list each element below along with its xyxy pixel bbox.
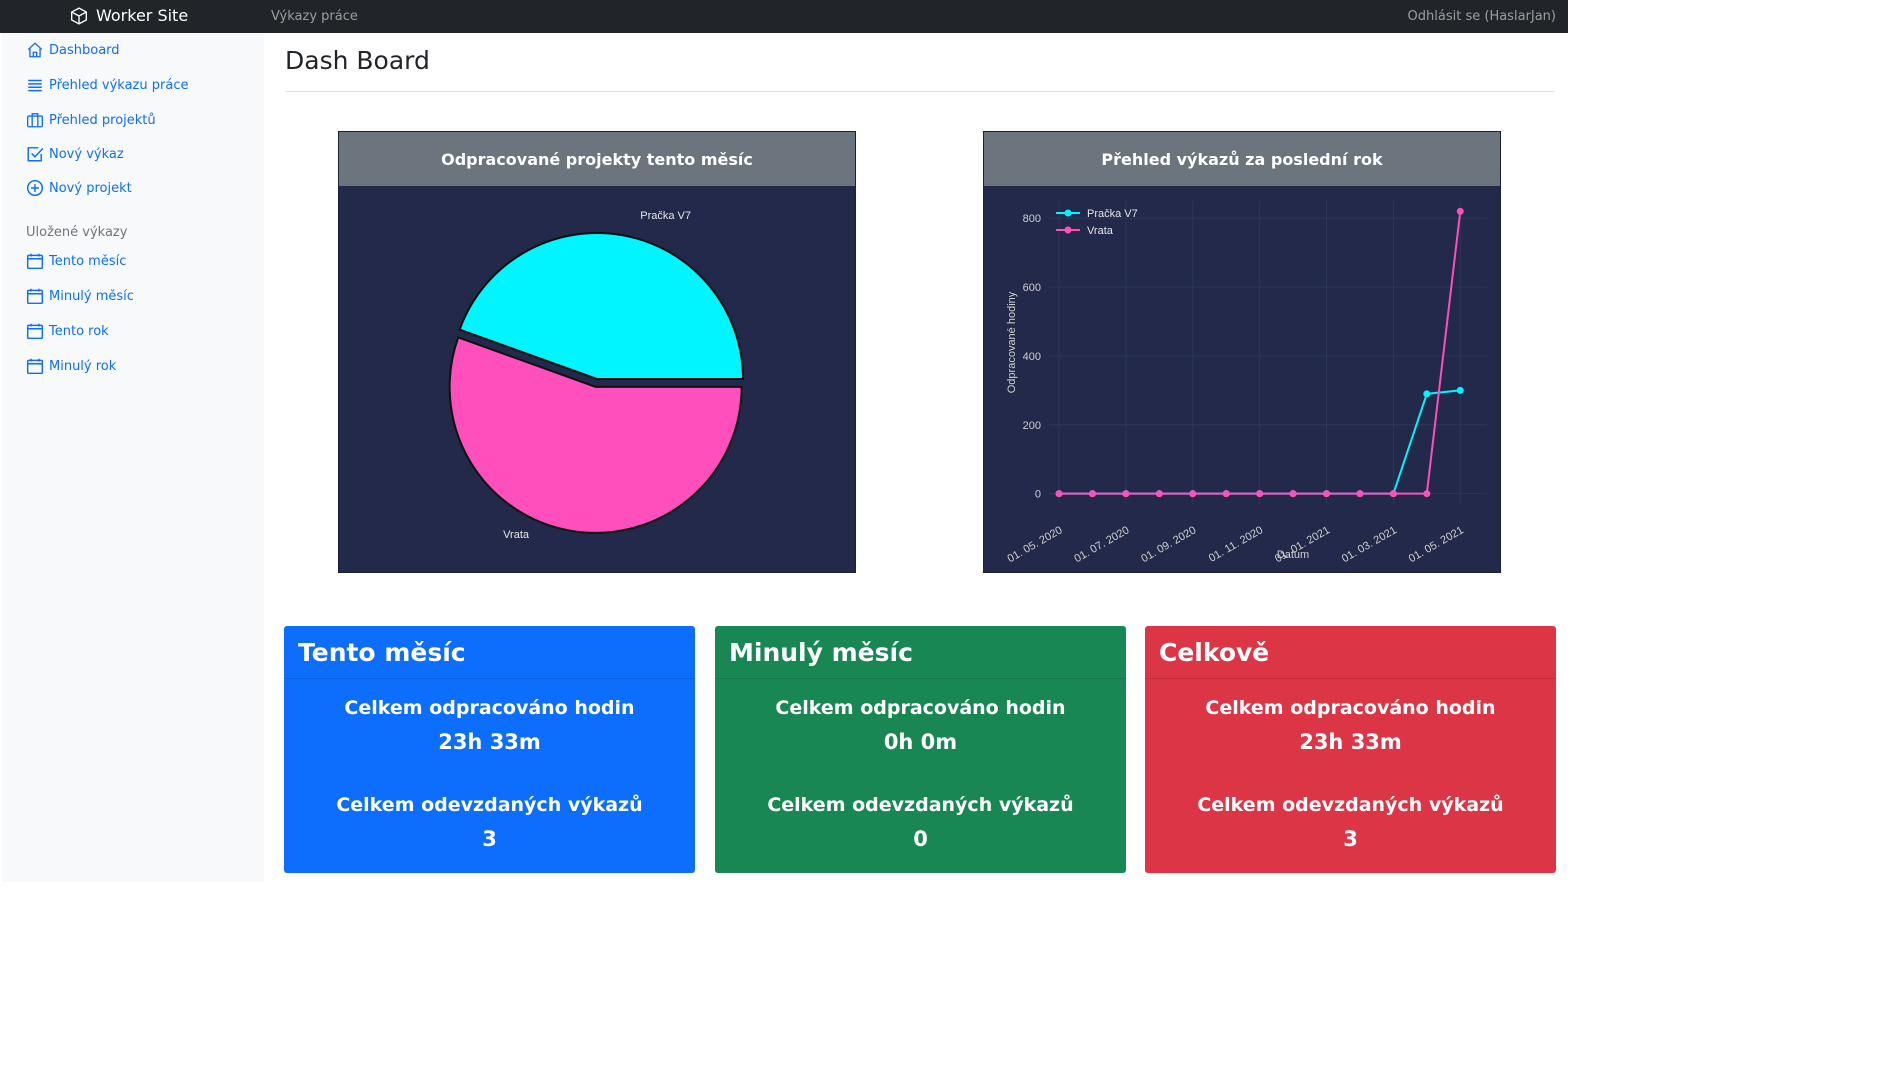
pie-chart-card: Odpracované projekty tento měsíc Pračka … — [338, 131, 856, 573]
reports-value: 0 — [913, 827, 928, 851]
reports-value: 3 — [482, 827, 497, 851]
legend-label[interactable]: Pračka V7 — [1087, 208, 1138, 220]
sidebar-item-label: Nový projekt — [49, 180, 132, 196]
check-square-icon — [27, 147, 44, 162]
calendar-icon — [26, 253, 44, 270]
calendar-icon — [26, 358, 44, 375]
pie-chart-title: Odpracované projekty tento měsíc — [339, 132, 855, 186]
line-chart-title: Přehled výkazů za poslední rok — [984, 132, 1500, 186]
data-point[interactable] — [1189, 490, 1197, 498]
hours-value: 0h 0m — [883, 730, 958, 754]
legend-label[interactable]: Vrata — [1087, 225, 1114, 237]
calendar-icon — [26, 323, 44, 340]
line-chart-body: 0 200 400 600 800 01. 05. 2020 01. 07. 2020 01.… — [984, 186, 1500, 572]
data-point[interactable] — [1155, 490, 1163, 498]
data-point[interactable] — [1055, 490, 1063, 498]
sidebar-item-work-overview[interactable]: Přehled výkazu práce — [26, 76, 188, 94]
sidebar-item-label: Minulý rok — [49, 358, 117, 374]
calendar-icon — [26, 288, 44, 305]
sidebar-item-new-project[interactable]: Nový projekt — [26, 179, 132, 197]
data-point[interactable] — [1289, 490, 1297, 498]
top-navbar: Worker Site Výkazy práce Odhlásit se (Ha… — [0, 0, 1568, 33]
sidebar-item-dashboard[interactable]: Dashboard — [26, 41, 120, 59]
x-tick-label: 01. 03. 2021 — [1340, 524, 1399, 565]
sidebar-item-new-report[interactable]: Nový výkaz — [26, 145, 124, 163]
reports-label: Celkem odevzdaných výkazů — [336, 794, 643, 816]
x-axis-title: Datum — [1277, 549, 1309, 561]
house-icon — [27, 42, 43, 58]
hours-value: 23h 33m — [1299, 730, 1402, 754]
saved-reports-heading: Uložené výkazy — [26, 225, 128, 240]
sidebar: Dashboard Přehled výkazu práce Přehled p… — [2, 33, 264, 882]
y-tick-label: 400 — [1023, 351, 1041, 363]
sidebar-item-label: Přehled projektů — [49, 112, 156, 128]
legend-marker — [1064, 226, 1072, 234]
reports-label: Celkem odevzdaných výkazů — [1197, 794, 1504, 816]
reports-value: 3 — [1343, 827, 1358, 851]
logout-link[interactable]: Odhlásit se (HaslarJan) — [1408, 9, 1556, 24]
sidebar-item-label: Dashboard — [49, 42, 120, 58]
stat-card-title: Minulý měsíc — [715, 626, 1126, 679]
y-tick-label: 800 — [1023, 213, 1041, 225]
data-point[interactable] — [1222, 490, 1230, 498]
data-point[interactable] — [1256, 490, 1264, 498]
hours-label: Celkem odpracováno hodin — [1205, 697, 1496, 719]
stat-card-last-month: Minulý měsíc Celkem odpracováno hodin 0h… — [715, 626, 1126, 873]
data-point[interactable] — [1323, 490, 1331, 498]
reports-label: Celkem odevzdaných výkazů — [767, 794, 1074, 816]
pie-slice-label: Vrata — [503, 529, 530, 541]
nav-link-reports[interactable]: Výkazy práce — [271, 9, 358, 24]
y-tick-label: 600 — [1023, 282, 1041, 294]
x-tick-label: 01. 05. 2020 — [1006, 524, 1065, 565]
brand-label: Worker Site — [96, 6, 189, 25]
divider — [285, 91, 1555, 92]
sidebar-item-label: Minulý měsíc — [49, 288, 134, 304]
briefcase-icon — [27, 113, 43, 128]
x-tick-label: 01. 11. 2020 — [1207, 524, 1265, 565]
plus-circle-icon — [26, 179, 44, 197]
sidebar-item-label: Přehled výkazu práce — [49, 77, 189, 93]
pie-slice-label: Pračka V7 — [640, 210, 691, 222]
data-point[interactable] — [1423, 490, 1431, 498]
sidebar-item-projects[interactable]: Přehled projektů — [26, 111, 156, 129]
brand-link[interactable]: Worker Site — [70, 6, 188, 25]
page-title: Dash Board — [285, 46, 430, 75]
y-tick-label: 200 — [1023, 420, 1041, 432]
sidebar-item-last-year[interactable]: Minulý rok — [26, 357, 116, 375]
data-point[interactable] — [1423, 390, 1431, 398]
sidebar-item-label: Nový výkaz — [49, 146, 124, 162]
list-icon — [28, 79, 42, 92]
stat-card-title: Celkově — [1145, 626, 1556, 679]
line-chart[interactable]: 020040060080001. 05. 2020 01. 07. 2020 01.… — [984, 186, 1500, 572]
sidebar-item-last-month[interactable]: Minulý měsíc — [26, 287, 134, 305]
legend-marker — [1064, 209, 1072, 217]
x-tick-label: 01. 09. 2020 — [1139, 524, 1198, 565]
hours-value: 23h 33m — [438, 730, 541, 754]
pie-chart[interactable]: Pračka V7 Vrata — [339, 186, 855, 572]
sidebar-item-this-month[interactable]: Tento měsíc — [26, 252, 126, 270]
data-point[interactable] — [1088, 490, 1096, 498]
stat-card-this-month: Tento měsíc Celkem odpracováno hodin 23h… — [284, 626, 695, 873]
data-point[interactable] — [1456, 207, 1464, 215]
sidebar-item-label: Tento rok — [49, 323, 109, 339]
hours-label: Celkem odpracováno hodin — [775, 697, 1066, 719]
data-point[interactable] — [1389, 490, 1397, 498]
y-tick-label: 0 — [1035, 489, 1041, 501]
data-point[interactable] — [1122, 490, 1130, 498]
sidebar-item-label: Tento měsíc — [49, 253, 127, 269]
hours-label: Celkem odpracováno hodin — [344, 697, 635, 719]
box-icon — [71, 6, 87, 25]
data-point[interactable] — [1356, 490, 1364, 498]
data-point[interactable] — [1456, 386, 1464, 394]
x-tick-label: 01. 07. 2020 — [1072, 524, 1131, 565]
x-tick-label: 01. 05. 2021 — [1407, 524, 1466, 565]
stat-card-total: Celkově Celkem odpracováno hodin 23h 33m… — [1145, 626, 1556, 873]
stat-card-title: Tento měsíc — [284, 626, 695, 679]
sidebar-item-this-year[interactable]: Tento rok — [26, 322, 109, 340]
pie-chart-body: Pračka V7 Vrata — [339, 186, 855, 572]
line-chart-card: Přehled výkazů za poslední rok 0 200 400 60… — [983, 131, 1501, 573]
y-axis-title: Odpracované hodiny — [1006, 291, 1018, 393]
